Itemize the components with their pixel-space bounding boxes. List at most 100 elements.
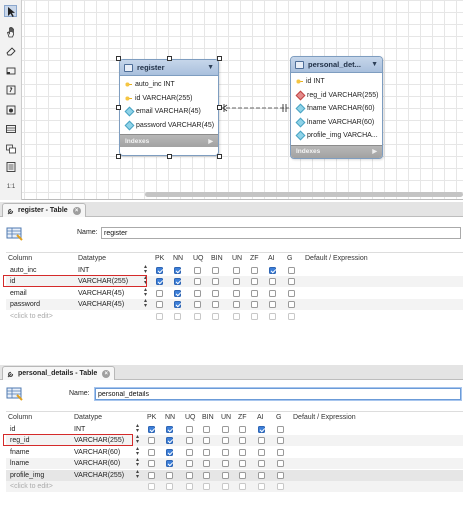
flag-checkbox-bin[interactable] bbox=[203, 471, 210, 479]
flag-checkbox-uq[interactable] bbox=[186, 471, 193, 479]
table-row[interactable]: lname VARCHAR(60) ▴ ▾ bbox=[6, 457, 463, 469]
tab-personal-details-table[interactable]: personal_details - Table × bbox=[2, 366, 116, 380]
entity-column[interactable]: profile_img VARCHA... bbox=[291, 129, 382, 143]
flag-checkbox-un[interactable] bbox=[222, 425, 229, 433]
table-row[interactable]: email VARCHAR(45) ▴ ▾ bbox=[6, 287, 463, 299]
expand-arrow-icon[interactable]: ▶ bbox=[208, 138, 213, 145]
flag-checkbox-ai[interactable] bbox=[258, 448, 265, 456]
flag-checkbox-zf[interactable] bbox=[239, 425, 246, 433]
table-name-input[interactable] bbox=[95, 388, 461, 400]
column-header[interactable]: BIN bbox=[202, 413, 214, 423]
horizontal-scrollbar[interactable] bbox=[145, 192, 463, 197]
column-header[interactable]: Default / Expression bbox=[293, 413, 356, 423]
entity-column[interactable]: email VARCHAR(45) bbox=[120, 105, 218, 119]
flag-checkbox-pk[interactable] bbox=[148, 471, 155, 479]
new-column-row[interactable]: <click to edit> bbox=[6, 481, 463, 492]
flag-checkbox-ai[interactable] bbox=[258, 471, 265, 479]
column-name-cell[interactable]: lname bbox=[10, 459, 29, 469]
resize-handle[interactable] bbox=[116, 154, 121, 159]
flag-checkbox-uq[interactable] bbox=[194, 266, 201, 274]
column-header[interactable]: UQ bbox=[193, 254, 204, 264]
flag-checkbox-g[interactable] bbox=[277, 471, 284, 479]
flag-checkbox-g[interactable] bbox=[288, 301, 295, 308]
close-tab-icon[interactable]: × bbox=[72, 206, 81, 215]
flag-checkbox-g[interactable] bbox=[277, 425, 284, 433]
column-header[interactable]: UN bbox=[232, 254, 242, 264]
entity-column[interactable]: id VARCHAR(255) bbox=[120, 92, 218, 106]
flag-checkbox[interactable] bbox=[277, 483, 284, 490]
column-header[interactable]: UQ bbox=[185, 413, 196, 423]
column-header[interactable]: NN bbox=[173, 254, 183, 264]
flag-checkbox[interactable] bbox=[174, 312, 181, 320]
flag-checkbox-uq[interactable] bbox=[186, 425, 193, 433]
personal-details-entity[interactable]: personal_det... ▼ id INT reg_id VARCHAR(2… bbox=[290, 56, 383, 159]
resize-handle[interactable] bbox=[217, 56, 222, 61]
flag-checkbox-pk[interactable] bbox=[156, 266, 163, 274]
flag-checkbox-pk[interactable] bbox=[156, 301, 163, 308]
flag-checkbox-un[interactable] bbox=[222, 448, 229, 456]
datatype-dropdown-icon[interactable]: ▴ ▾ bbox=[143, 298, 148, 309]
table-row[interactable]: profile_img VARCHAR(255) ▴ ▾ bbox=[6, 469, 463, 481]
flag-checkbox-nn[interactable] bbox=[174, 301, 181, 308]
column-header[interactable]: Default / Expression bbox=[305, 254, 368, 264]
register-entity-header[interactable]: register ▼ bbox=[120, 60, 218, 76]
flag-checkbox-nn[interactable] bbox=[166, 460, 173, 467]
flag-checkbox-zf[interactable] bbox=[251, 289, 258, 297]
flag-checkbox-bin[interactable] bbox=[203, 437, 210, 444]
column-header[interactable]: ZF bbox=[250, 254, 259, 264]
flag-checkbox-pk[interactable] bbox=[148, 460, 155, 467]
flag-checkbox-pk[interactable] bbox=[148, 425, 155, 433]
click-to-edit-placeholder[interactable]: <click to edit> bbox=[10, 312, 53, 322]
flag-checkbox[interactable] bbox=[194, 312, 201, 320]
flag-checkbox-bin[interactable] bbox=[203, 460, 210, 467]
register-columns-grid[interactable]: Column Datatype PK NN UQ BIN UN ZF AI G Default / … bbox=[3, 252, 463, 326]
flag-checkbox-g[interactable] bbox=[288, 266, 295, 274]
flag-checkbox-g[interactable] bbox=[288, 278, 295, 285]
column-header[interactable]: Column bbox=[8, 254, 32, 264]
resize-handle[interactable] bbox=[116, 56, 121, 61]
flag-checkbox-zf[interactable] bbox=[239, 460, 246, 467]
expand-arrow-icon[interactable]: ▶ bbox=[372, 148, 377, 155]
resize-handle[interactable] bbox=[217, 154, 222, 159]
new-column-row[interactable]: <click to edit> bbox=[6, 311, 463, 322]
datatype-cell[interactable]: VARCHAR(60) bbox=[74, 459, 120, 469]
flag-checkbox-uq[interactable] bbox=[186, 437, 193, 444]
flag-checkbox-un[interactable] bbox=[233, 278, 240, 285]
column-header[interactable]: Datatype bbox=[78, 254, 106, 264]
eraser-tool-icon[interactable] bbox=[4, 44, 17, 56]
routine-tool-icon[interactable] bbox=[4, 160, 17, 172]
datatype-cell[interactable]: VARCHAR(60) bbox=[74, 448, 120, 458]
datatype-dropdown-icon[interactable]: ▴ ▾ bbox=[143, 264, 148, 275]
flag-checkbox-un[interactable] bbox=[233, 289, 240, 297]
register-entity[interactable]: register ▼ auto_inc INT id VARCHAR(255) em… bbox=[119, 59, 219, 156]
column-name-cell[interactable]: profile_img bbox=[10, 471, 44, 481]
arrow-tool-icon[interactable] bbox=[4, 5, 17, 17]
flag-checkbox[interactable] bbox=[148, 483, 155, 490]
flag-checkbox-uq[interactable] bbox=[186, 460, 193, 467]
flag-checkbox-pk[interactable] bbox=[156, 278, 163, 285]
flag-checkbox[interactable] bbox=[156, 312, 163, 320]
datatype-cell[interactable]: VARCHAR(45) bbox=[78, 300, 124, 310]
datatype-dropdown-icon[interactable]: ▴ ▾ bbox=[135, 446, 140, 457]
flag-checkbox-pk[interactable] bbox=[148, 448, 155, 456]
image-tool-icon[interactable] bbox=[4, 103, 17, 115]
flag-checkbox-nn[interactable] bbox=[166, 437, 173, 444]
collapse-arrow-icon[interactable]: ▼ bbox=[207, 64, 214, 71]
flag-checkbox-ai[interactable] bbox=[269, 289, 276, 297]
flag-checkbox-g[interactable] bbox=[277, 437, 284, 444]
flag-checkbox-ai[interactable] bbox=[258, 425, 265, 433]
flag-checkbox-nn[interactable] bbox=[166, 425, 173, 433]
personal-details-columns-grid[interactable]: Column Datatype PK NN UQ BIN UN ZF AI G Default / … bbox=[3, 411, 463, 497]
column-name-cell[interactable]: email bbox=[10, 289, 27, 299]
entity-column[interactable]: fname VARCHAR(60) bbox=[291, 102, 382, 116]
entity-column[interactable]: reg_id VARCHAR(255) bbox=[291, 89, 382, 103]
flag-checkbox[interactable] bbox=[233, 312, 240, 320]
text-tool-icon[interactable] bbox=[4, 83, 17, 95]
flag-checkbox-zf[interactable] bbox=[239, 471, 246, 479]
column-header[interactable]: AI bbox=[268, 254, 275, 264]
datatype-dropdown-icon[interactable]: ▴ ▾ bbox=[135, 469, 140, 480]
datatype-dropdown-icon[interactable]: ▴ ▾ bbox=[135, 434, 140, 445]
flag-checkbox-uq[interactable] bbox=[194, 301, 201, 308]
column-name-cell[interactable]: id bbox=[10, 425, 15, 435]
flag-checkbox-zf[interactable] bbox=[251, 301, 258, 308]
